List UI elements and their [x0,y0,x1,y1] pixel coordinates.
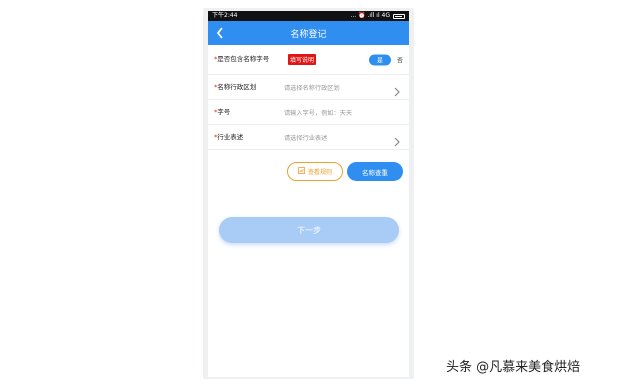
row-trade-name: *字号 请输入字号，例如：天天 [208,100,409,125]
status-indicators-text: ... ⏰ .ıll ıl 4G [350,12,390,19]
row-label: *名称行政区划 [214,83,284,92]
view-rules-button[interactable]: 查看规则 [287,162,343,181]
label-text: 字号 [217,107,231,116]
chevron-right-icon [393,82,401,97]
phone-frame: 下午2:44 ... ⏰ .ıll ıl 4G 名称登记 *是否包含名称字号 填… [203,8,414,379]
document-icon [298,167,305,176]
row-label: *字号 [214,108,284,117]
admin-region-select[interactable]: 请选择名称行政区划 [284,83,403,92]
page-title: 名称登记 [290,29,327,40]
title-bar: 名称登记 [208,21,409,45]
chevron-right-icon [393,132,401,147]
back-arrow-icon[interactable] [212,25,228,41]
next-step-button[interactable]: 下一步 [219,217,399,243]
row-label: *行业表述 [214,133,284,142]
name-check-button[interactable]: 名称查重 [347,162,403,181]
yes-no-toggle: 是 否 [368,54,403,65]
row-admin-region[interactable]: *名称行政区划 请选择名称行政区划 [208,75,409,100]
label-text: 是否包含名称字号 [217,55,270,63]
watermark-text: 头条 @凡慕来美食烘焙 [446,360,581,375]
action-buttons: 查看规则 名称查重 [287,162,403,181]
status-time: 下午2:44 [212,12,238,19]
row-include-name: *是否包含名称字号 填写说明 是 否 [208,45,409,75]
label-text: 名称行政区划 [217,82,257,91]
stage: 下午2:44 ... ⏰ .ıll ıl 4G 名称登记 *是否包含名称字号 填… [0,0,618,387]
yes-button[interactable]: 是 [368,54,391,65]
industry-select[interactable]: 请选择行业表述 [284,133,403,142]
label-text: 行业表述 [217,132,244,141]
no-button[interactable]: 否 [397,55,403,64]
row-label: *是否包含名称字号 [214,55,284,64]
row-industry[interactable]: *行业表述 请选择行业表述 [208,125,409,150]
status-indicators: ... ⏰ .ıll ıl 4G [350,11,405,21]
view-rules-label: 查看规则 [307,169,332,176]
phone-screen: 下午2:44 ... ⏰ .ıll ıl 4G 名称登记 *是否包含名称字号 填… [208,11,409,377]
fill-instructions-badge[interactable]: 填写说明 [288,54,317,65]
trade-name-input[interactable]: 请输入字号，例如：天天 [284,108,403,117]
battery-icon [393,13,405,19]
status-bar: 下午2:44 ... ⏰ .ıll ıl 4G [208,11,409,21]
